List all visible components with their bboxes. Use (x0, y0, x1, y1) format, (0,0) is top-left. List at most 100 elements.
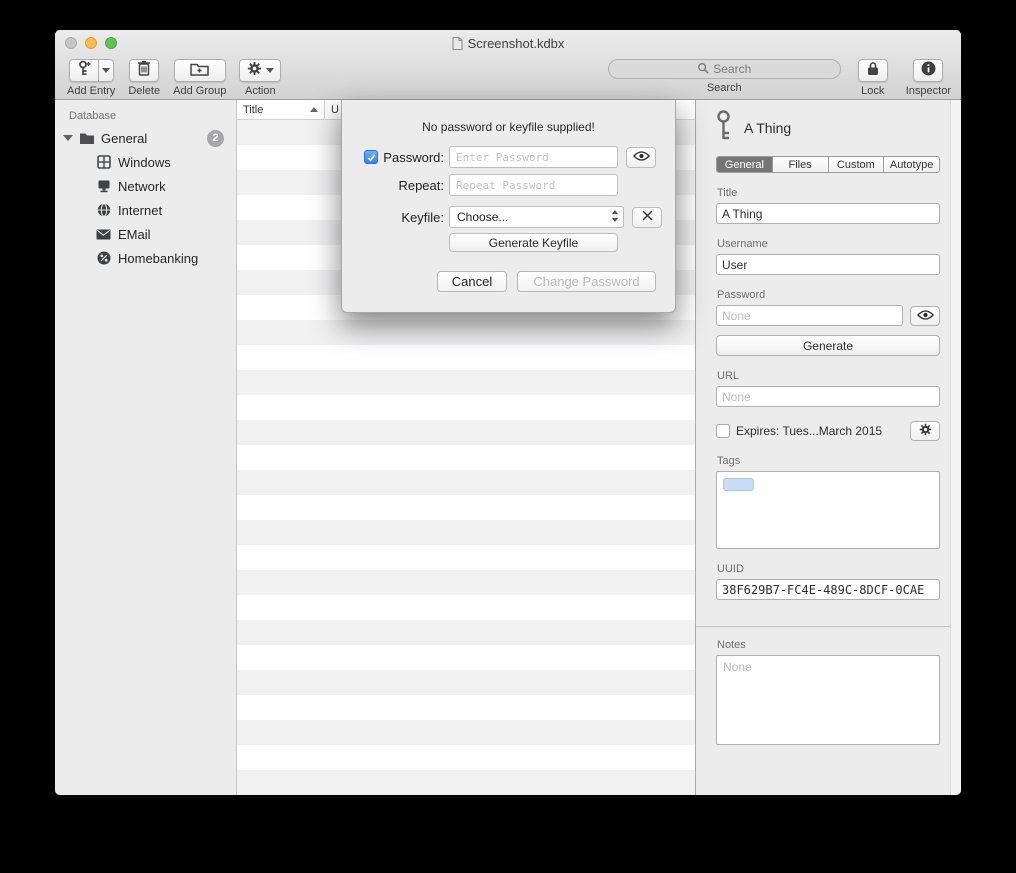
tag-chip[interactable] (723, 478, 754, 491)
sidebar-item-internet[interactable]: Internet (55, 198, 236, 222)
toolbar-right-group: Search Search Lock (608, 59, 951, 97)
toolbar-item-add-entry: Add Entry (67, 59, 115, 97)
repeat-password-input[interactable] (449, 174, 618, 196)
folder-plus-icon (190, 61, 209, 81)
reveal-password-button[interactable] (626, 147, 656, 168)
password-field[interactable] (716, 305, 903, 326)
close-x-icon (642, 208, 653, 226)
password-field-label: Password (717, 289, 940, 301)
action-label: Action (245, 85, 276, 97)
inspector-scrollbar[interactable] (950, 100, 961, 795)
sidebar-item-homebanking[interactable]: Homebanking (55, 246, 236, 270)
sidebar-item-network[interactable]: Network (55, 174, 236, 198)
tags-field[interactable] (716, 471, 940, 549)
tags-label: Tags (717, 455, 940, 467)
gear-icon (919, 423, 932, 439)
password-row: Password: (342, 146, 675, 168)
enter-password-input[interactable] (449, 146, 618, 168)
action-button[interactable] (239, 59, 281, 82)
inspector-tabs: General Files Custom Autotype (716, 156, 940, 173)
entry-count-badge: 2 (207, 130, 224, 147)
tab-general[interactable]: General (717, 157, 772, 172)
repeat-label: Repeat: (398, 178, 444, 193)
generate-password-button[interactable]: Generate (716, 335, 940, 356)
lock-icon (867, 61, 879, 81)
dialog-buttons: Cancel Change Password (437, 271, 656, 292)
password-checkbox[interactable] (364, 150, 378, 164)
clear-keyfile-button[interactable] (632, 207, 662, 228)
inspector-divider (696, 626, 961, 627)
generate-keyfile-button[interactable]: Generate Keyfile (449, 233, 618, 252)
repeat-row: Repeat: (342, 174, 675, 196)
windows-icon (95, 155, 112, 169)
title-field[interactable] (716, 203, 940, 224)
dialog-message: No password or keyfile supplied! (342, 120, 675, 134)
add-entry-dropdown-button[interactable] (99, 59, 114, 82)
toolbar-item-lock: Lock (858, 59, 888, 97)
homebanking-percent-icon (95, 251, 112, 265)
add-entry-label: Add Entry (67, 85, 115, 97)
change-password-button[interactable]: Change Password (517, 271, 656, 292)
email-envelope-icon (95, 229, 112, 240)
network-icon (95, 179, 112, 193)
url-field[interactable] (716, 386, 940, 407)
disclosure-triangle-icon[interactable] (63, 135, 73, 141)
lock-button[interactable] (858, 59, 888, 82)
stepper-arrows-icon (611, 209, 619, 226)
cancel-button[interactable]: Cancel (437, 271, 507, 292)
expires-settings-button[interactable] (910, 421, 940, 441)
uuid-field[interactable] (716, 579, 940, 600)
sidebar-item-windows[interactable]: Windows (55, 150, 236, 174)
app-window: Screenshot.kdbx Add (55, 30, 961, 795)
toolbar-item-action: Action (239, 59, 281, 97)
entry-title: A Thing (744, 120, 791, 136)
inspector-label: Inspector (906, 85, 951, 97)
inspector-button[interactable] (913, 59, 943, 82)
sidebar-item-label: EMail (118, 227, 151, 242)
column-header-title[interactable]: Title (237, 100, 325, 119)
sidebar-item-label: Windows (118, 155, 171, 170)
add-group-label: Add Group (173, 85, 226, 97)
column-title-label: Title (243, 104, 263, 116)
chevron-down-icon (266, 68, 274, 73)
sidebar: Database General 2 Windows (55, 100, 237, 795)
sidebar-item-label: Homebanking (118, 251, 198, 266)
sidebar-section-header: Database (55, 100, 236, 126)
trash-icon (137, 60, 151, 81)
column-username-label: U (331, 104, 339, 116)
sidebar-item-general[interactable]: General 2 (55, 126, 236, 150)
keyfile-dropdown[interactable]: Choose... (449, 206, 624, 228)
search-input[interactable]: Search (608, 59, 841, 79)
delete-label: Delete (128, 85, 160, 97)
toolbar-item-add-group: Add Group (173, 59, 226, 97)
window-chrome: Screenshot.kdbx Add (55, 30, 961, 100)
sidebar-item-label: Network (118, 179, 166, 194)
title-field-label: Title (717, 187, 940, 199)
notes-field[interactable] (716, 655, 940, 745)
delete-button[interactable] (129, 59, 159, 82)
add-entry-button[interactable] (69, 59, 99, 82)
add-group-button[interactable] (174, 59, 226, 82)
toolbar-item-search: Search Search (608, 59, 841, 94)
screen: Screenshot.kdbx Add (0, 0, 1016, 873)
toolbar-item-delete: Delete (128, 59, 160, 97)
tab-files[interactable]: Files (772, 157, 828, 172)
info-icon (921, 61, 936, 81)
keyfile-row: Keyfile: Choose... (342, 206, 675, 228)
username-field-label: Username (717, 238, 940, 250)
password-label: Password: (383, 150, 444, 165)
window-title: Screenshot.kdbx (468, 36, 565, 51)
inspector-header: A Thing (716, 110, 940, 146)
tab-autotype[interactable]: Autotype (883, 157, 939, 172)
titlebar: Screenshot.kdbx (55, 30, 961, 56)
username-field[interactable] (716, 254, 940, 275)
sidebar-item-email[interactable]: EMail (55, 222, 236, 246)
key-plus-icon (77, 60, 91, 81)
lock-label: Lock (861, 85, 884, 97)
search-icon (697, 62, 709, 77)
tab-custom[interactable]: Custom (828, 157, 884, 172)
expires-checkbox[interactable] (716, 424, 730, 438)
gear-icon (247, 61, 262, 81)
sort-ascending-icon (310, 107, 318, 112)
reveal-password-button[interactable] (910, 306, 940, 326)
